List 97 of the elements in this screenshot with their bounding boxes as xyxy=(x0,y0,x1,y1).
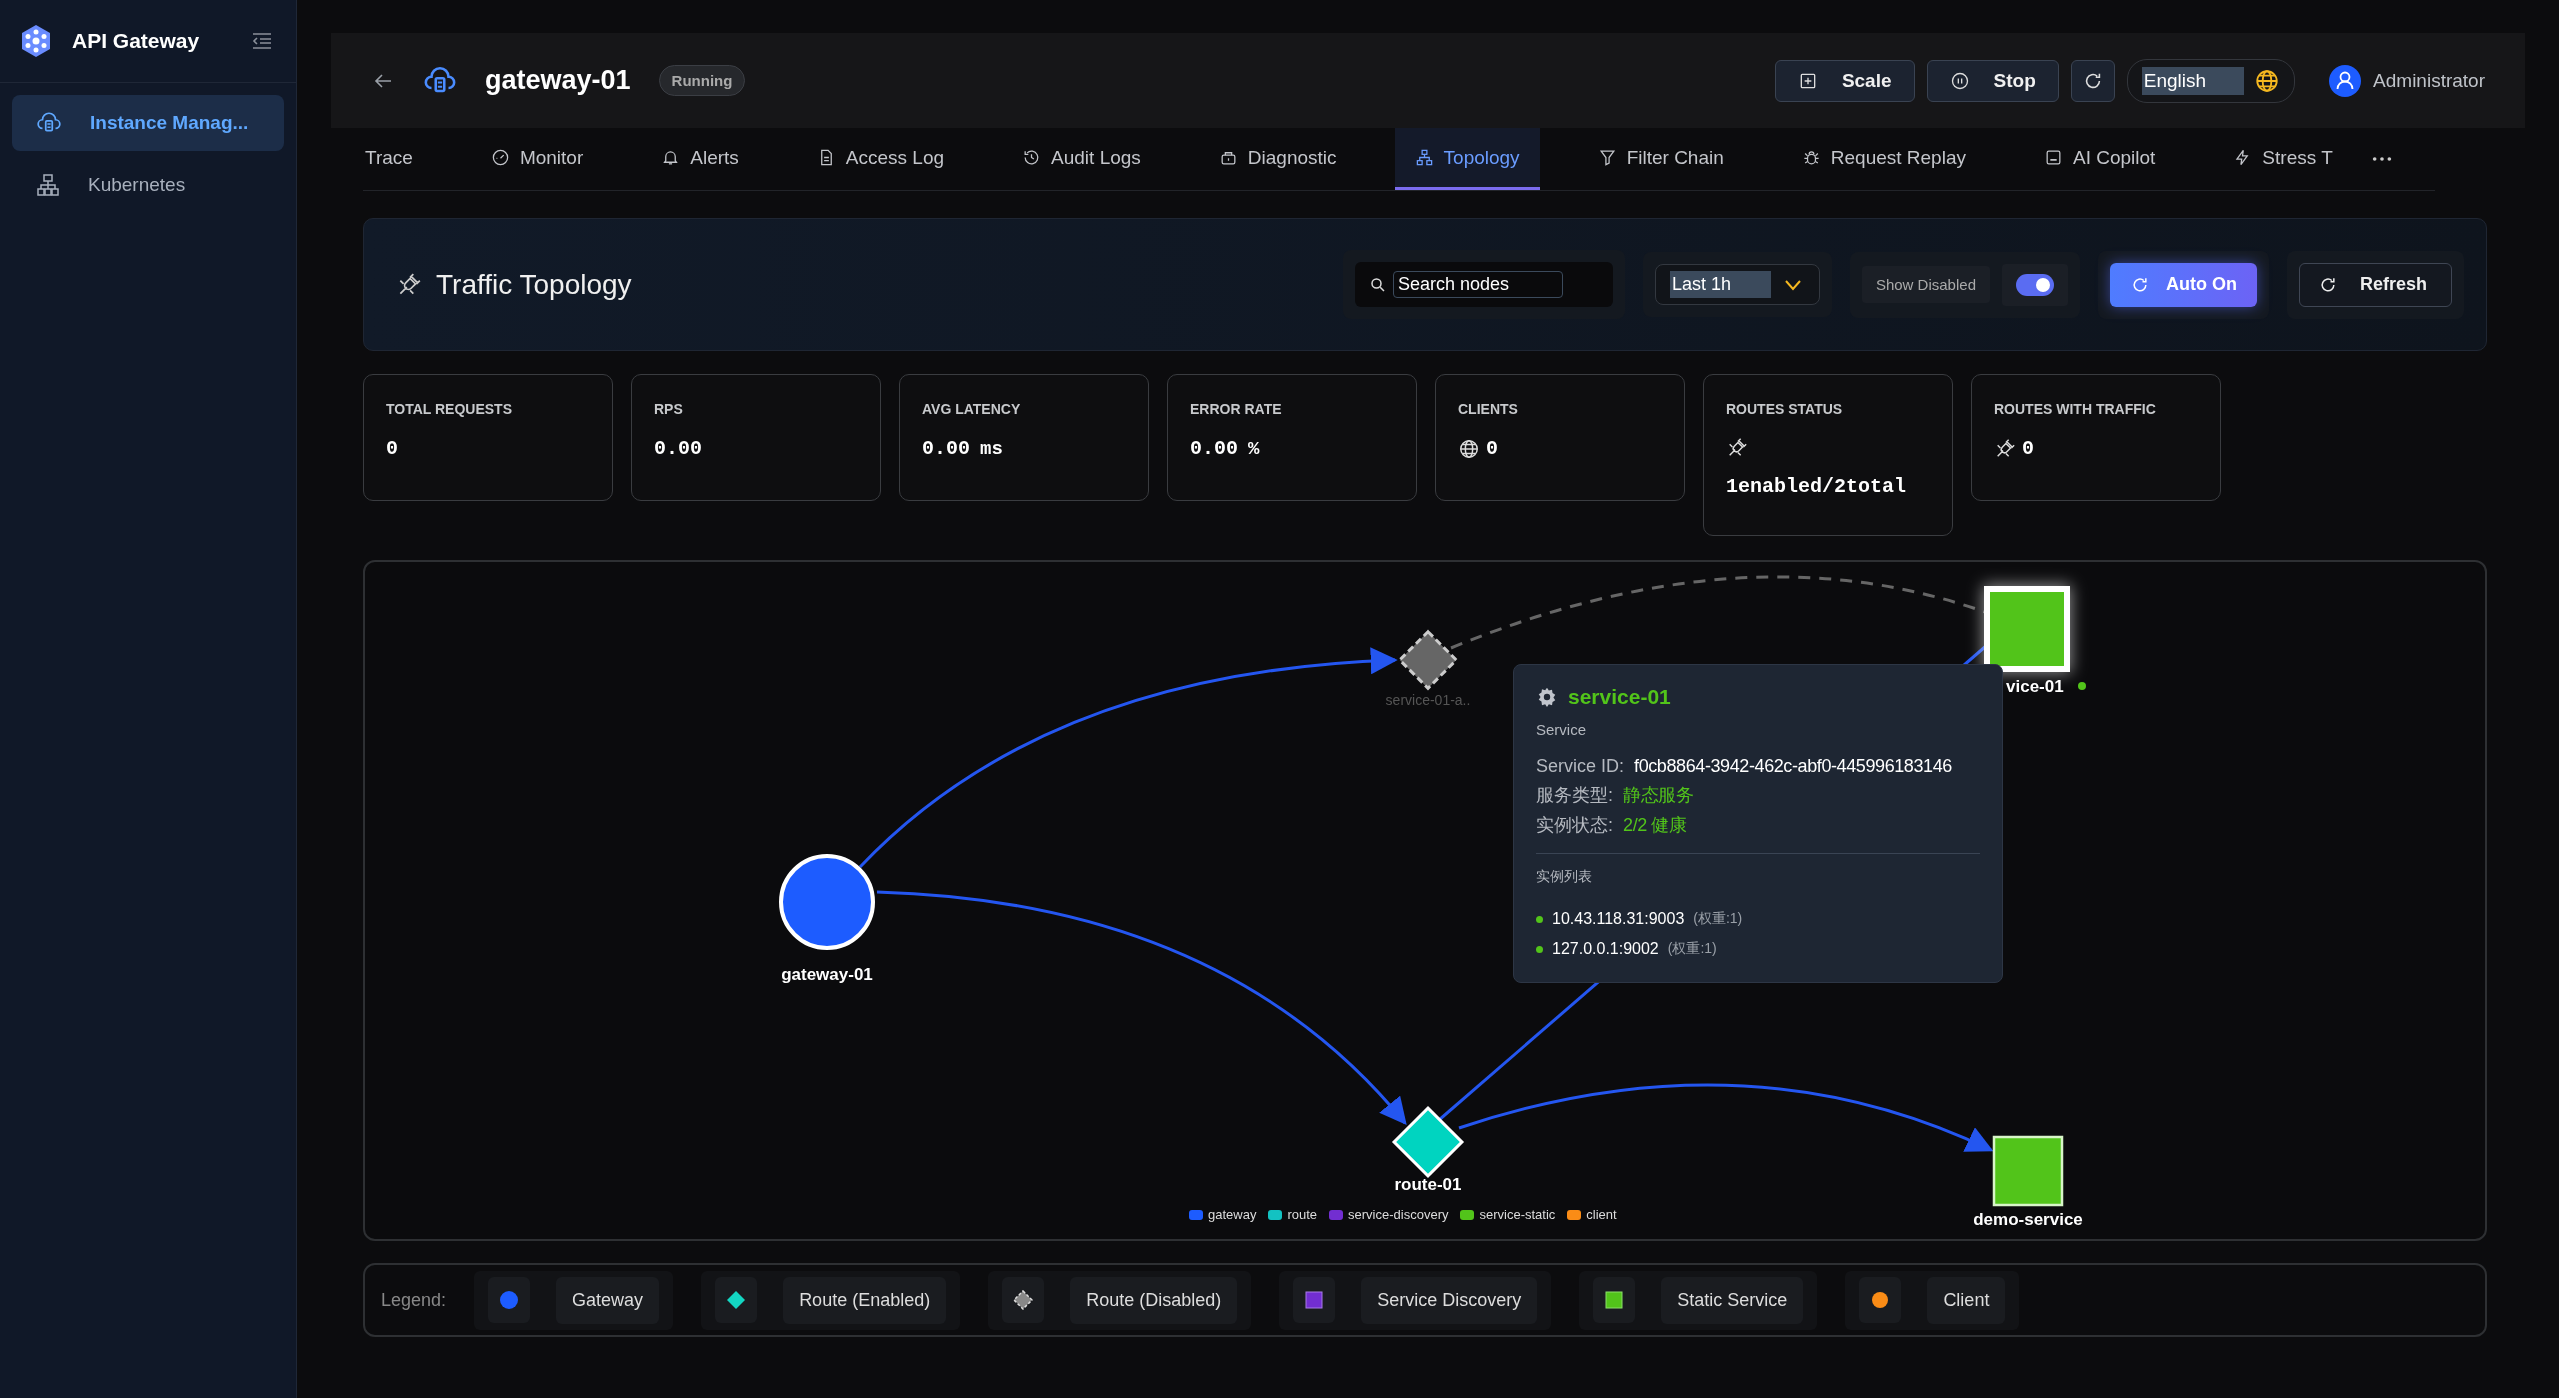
bug-icon xyxy=(1801,148,1821,167)
stat-value: 0.00 xyxy=(654,437,702,460)
legend-label: client xyxy=(1586,1207,1617,1222)
legend-label: gateway xyxy=(1208,1207,1257,1222)
legend-title: Legend: xyxy=(381,1289,447,1311)
node-label: route-01 xyxy=(1394,1175,1462,1194)
scale-button[interactable]: Scale xyxy=(1774,59,1915,102)
tab[interactable]: Monitor xyxy=(470,128,604,190)
field-label: 实例状态: xyxy=(1536,814,1613,837)
refresh-button[interactable]: Refresh xyxy=(2298,262,2452,307)
node-type: Service xyxy=(1536,721,1587,738)
stat-unit: ms xyxy=(980,437,1003,460)
square-icon xyxy=(1304,1290,1325,1310)
tab[interactable]: AI Copilot xyxy=(2024,128,2176,190)
user-avatar-icon[interactable] xyxy=(2329,64,2362,97)
toggle-switch[interactable] xyxy=(2016,273,2054,296)
field-value: 静态服务 xyxy=(1623,784,1694,807)
legend-label: Route (Disabled) xyxy=(1070,1276,1238,1324)
legend-label: Route (Enabled) xyxy=(783,1276,947,1324)
node-label: service-01-a.. xyxy=(1385,692,1471,708)
status-dot xyxy=(1536,915,1543,923)
legend-label: service-static xyxy=(1479,1207,1556,1222)
diamond-icon xyxy=(1013,1290,1034,1310)
stat-value: 0 xyxy=(386,437,398,460)
globe-icon xyxy=(2254,67,2281,94)
field-value: f0cb8864-3942-462c-abf0-445996183146 xyxy=(1634,756,1952,777)
tab[interactable]: Topology xyxy=(1394,128,1540,190)
stat-value: 0 xyxy=(2022,437,2034,460)
status-dot xyxy=(1536,945,1543,953)
diamond-icon xyxy=(726,1290,747,1310)
stat-label: ROUTES WITH TRAFFIC xyxy=(1994,401,2157,417)
plug-icon xyxy=(1994,437,2016,460)
circle-icon xyxy=(499,1290,520,1310)
time-range-select[interactable]: Last 1h xyxy=(1654,264,1820,305)
stat-label: AVG LATENCY xyxy=(922,401,1022,417)
legend-label: route xyxy=(1287,1207,1318,1222)
status-badge: Running xyxy=(658,65,746,96)
search-icon xyxy=(1368,275,1387,294)
gauge-icon xyxy=(490,148,510,167)
user-name[interactable]: Administrator xyxy=(2373,69,2485,92)
stat-value: 0.00 xyxy=(1190,437,1238,460)
stat-label: ROUTES STATUS xyxy=(1726,401,1844,417)
tab[interactable]: Alerts xyxy=(641,128,759,190)
stat-label: CLIENTS xyxy=(1458,401,1519,417)
legend-label: Service Discovery xyxy=(1361,1276,1538,1324)
stat-value: 0.00 xyxy=(922,437,970,460)
show-disabled-label: Show Disabled xyxy=(1861,266,1990,303)
service-node[interactable] xyxy=(1992,1135,2064,1207)
gateway-node[interactable] xyxy=(779,854,875,950)
tab[interactable]: Stress T xyxy=(2213,128,2353,190)
auto-refresh-button[interactable]: Auto On xyxy=(2110,262,2257,307)
instance-weight: (权重:1) xyxy=(1693,910,1743,928)
field-label: 服务类型: xyxy=(1536,784,1613,807)
tab[interactable]: Access Log xyxy=(796,128,965,190)
reload-button[interactable] xyxy=(2070,59,2115,102)
instance-weight: (权重:1) xyxy=(1667,940,1717,958)
section-heading: 实例列表 xyxy=(1536,868,1592,886)
stat-value: 1enabled/2total xyxy=(1726,475,1907,498)
language-select[interactable]: English xyxy=(2126,58,2296,103)
pause-icon xyxy=(1949,70,1970,91)
stat-label: RPS xyxy=(654,401,684,417)
tab[interactable]: Request Replay xyxy=(1781,128,1986,190)
legend-label: Static Service xyxy=(1661,1276,1804,1324)
node-label: vice-01 xyxy=(2006,677,2064,696)
square-icon xyxy=(1604,1290,1625,1310)
tab[interactable]: Filter Chain xyxy=(1577,128,1744,190)
node-label: gateway-01 xyxy=(781,965,873,984)
sidebar-item[interactable]: Instance Manag... xyxy=(12,95,284,151)
legend-label: Gateway xyxy=(556,1276,660,1324)
legend-label: service-discovery xyxy=(1348,1207,1449,1222)
page-title: gateway-01 xyxy=(485,65,631,96)
gear-icon xyxy=(1536,686,1558,708)
stat-label: ERROR RATE xyxy=(1190,401,1283,417)
tab[interactable]: Diagnostic xyxy=(1198,128,1357,190)
instance-address: 127.0.0.1:9002 xyxy=(1552,940,1659,958)
stat-value: 0 xyxy=(1486,437,1498,460)
stat-label: TOTAL REQUESTS xyxy=(386,401,513,417)
section-title: Traffic Topology xyxy=(436,268,632,301)
more-icon[interactable] xyxy=(2370,155,2393,163)
globe-icon xyxy=(1458,437,1480,460)
tab[interactable]: Trace xyxy=(363,128,433,190)
search-field[interactable]: Search nodes xyxy=(1354,262,1613,307)
instance-address: 10.43.118.31:9003 xyxy=(1552,910,1685,928)
tab[interactable]: Audit Logs xyxy=(1002,128,1161,190)
plug-icon xyxy=(1726,437,1748,459)
tooltip-title: service-01 xyxy=(1568,685,1671,709)
network-icon xyxy=(1414,148,1434,167)
hierarchy-icon xyxy=(36,173,60,197)
stat-unit: % xyxy=(1248,437,1260,460)
legend-label: Client xyxy=(1927,1276,2006,1324)
node-label: demo-service xyxy=(1973,1210,2083,1229)
field-value: 2/2 健康 xyxy=(1623,814,1687,837)
circle-icon xyxy=(1870,1290,1891,1310)
sidebar-item[interactable]: Kubernetes xyxy=(12,157,284,213)
field-label: Service ID: xyxy=(1536,756,1625,777)
brand-name: API Gateway xyxy=(72,29,201,53)
stop-button[interactable]: Stop xyxy=(1926,59,2059,102)
